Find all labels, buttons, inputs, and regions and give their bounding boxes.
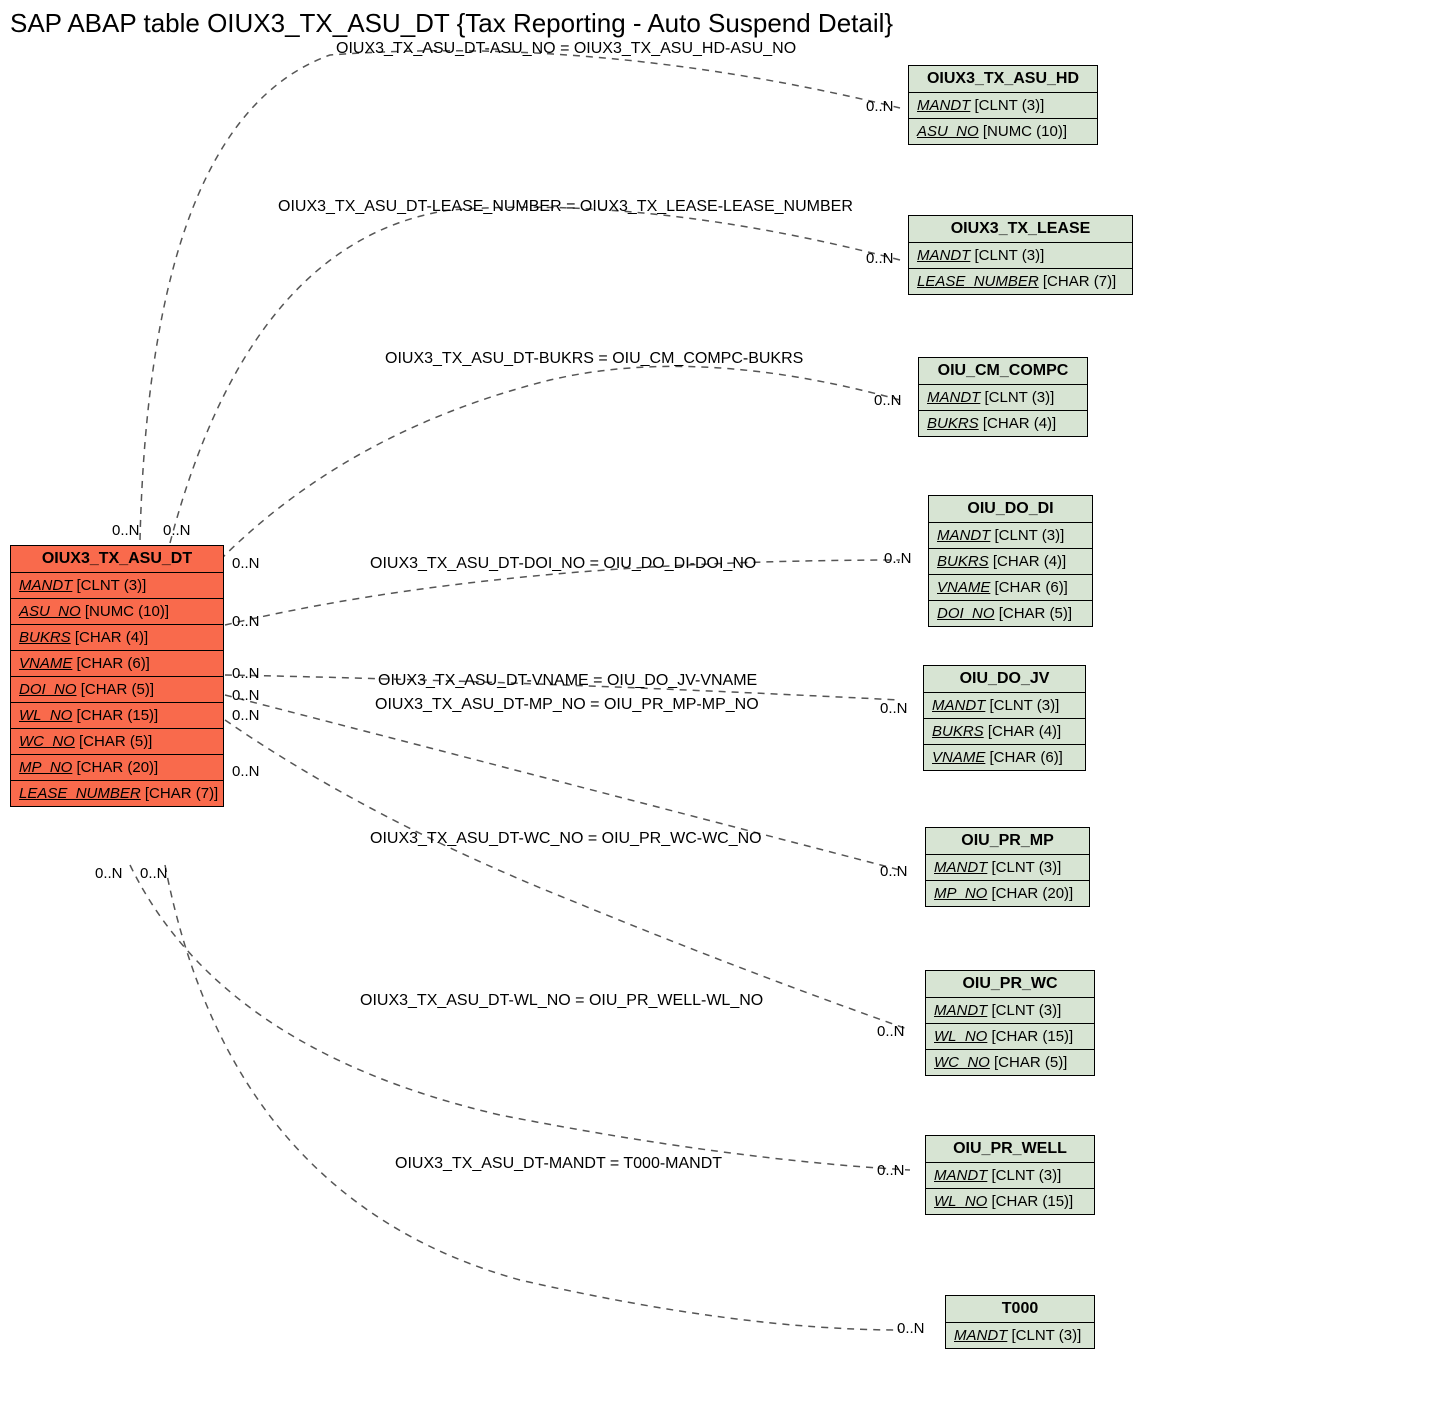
field-row: MANDT [CLNT (3)]	[909, 243, 1132, 269]
field-row: LEASE_NUMBER [CHAR (7)]	[909, 269, 1132, 294]
diagram-stage: SAP ABAP table OIUX3_TX_ASU_DT {Tax Repo…	[0, 0, 1433, 1417]
cardinality: 0..N	[884, 550, 912, 567]
cardinality: 0..N	[140, 865, 168, 882]
cardinality: 0..N	[163, 522, 191, 539]
entity-header: OIU_DO_DI	[929, 496, 1092, 523]
entity-cm-compc: OIU_CM_COMPC MANDT [CLNT (3)] BUKRS [CHA…	[918, 357, 1088, 437]
field-row: MANDT [CLNT (3)]	[11, 573, 223, 599]
rel-label: OIUX3_TX_ASU_DT-ASU_NO = OIUX3_TX_ASU_HD…	[336, 40, 796, 58]
field-row: LEASE_NUMBER [CHAR (7)]	[11, 781, 223, 806]
field-row: MANDT [CLNT (3)]	[926, 1163, 1094, 1189]
entity-header: OIU_PR_MP	[926, 828, 1089, 855]
cardinality: 0..N	[95, 865, 123, 882]
field-row: DOI_NO [CHAR (5)]	[11, 677, 223, 703]
field-row: MANDT [CLNT (3)]	[926, 998, 1094, 1024]
rel-label: OIUX3_TX_ASU_DT-MANDT = T000-MANDT	[395, 1155, 722, 1173]
cardinality: 0..N	[866, 250, 894, 267]
rel-label: OIUX3_TX_ASU_DT-VNAME = OIU_DO_JV-VNAME	[378, 672, 757, 690]
field-row: BUKRS [CHAR (4)]	[924, 719, 1085, 745]
cardinality: 0..N	[877, 1162, 905, 1179]
cardinality: 0..N	[232, 707, 260, 724]
cardinality: 0..N	[874, 392, 902, 409]
rel-label: OIUX3_TX_ASU_DT-LEASE_NUMBER = OIUX3_TX_…	[278, 198, 853, 216]
rel-label: OIUX3_TX_ASU_DT-DOI_NO = OIU_DO_DI-DOI_N…	[370, 555, 756, 573]
cardinality: 0..N	[232, 763, 260, 780]
entity-tx-lease: OIUX3_TX_LEASE MANDT [CLNT (3)] LEASE_NU…	[908, 215, 1133, 295]
entity-header: OIU_PR_WELL	[926, 1136, 1094, 1163]
cardinality: 0..N	[232, 555, 260, 572]
field-row: WC_NO [CHAR (5)]	[11, 729, 223, 755]
field-row: MANDT [CLNT (3)]	[909, 93, 1097, 119]
rel-label: OIUX3_TX_ASU_DT-BUKRS = OIU_CM_COMPC-BUK…	[385, 350, 803, 368]
entity-header: OIUX3_TX_LEASE	[909, 216, 1132, 243]
cardinality: 0..N	[232, 665, 260, 682]
field-row: DOI_NO [CHAR (5)]	[929, 601, 1092, 626]
field-row: BUKRS [CHAR (4)]	[11, 625, 223, 651]
field-row: VNAME [CHAR (6)]	[11, 651, 223, 677]
entity-header: OIU_CM_COMPC	[919, 358, 1087, 385]
entity-pr-well: OIU_PR_WELL MANDT [CLNT (3)] WL_NO [CHAR…	[925, 1135, 1095, 1215]
page-title: SAP ABAP table OIUX3_TX_ASU_DT {Tax Repo…	[10, 8, 893, 39]
rel-label: OIUX3_TX_ASU_DT-WL_NO = OIU_PR_WELL-WL_N…	[360, 992, 763, 1010]
field-row: MANDT [CLNT (3)]	[926, 855, 1089, 881]
entity-pr-wc: OIU_PR_WC MANDT [CLNT (3)] WL_NO [CHAR (…	[925, 970, 1095, 1076]
entity-asu-hd: OIUX3_TX_ASU_HD MANDT [CLNT (3)] ASU_NO …	[908, 65, 1098, 145]
field-row: WC_NO [CHAR (5)]	[926, 1050, 1094, 1075]
cardinality: 0..N	[897, 1320, 925, 1337]
field-row: MANDT [CLNT (3)]	[924, 693, 1085, 719]
field-row: WL_NO [CHAR (15)]	[926, 1024, 1094, 1050]
entity-do-di: OIU_DO_DI MANDT [CLNT (3)] BUKRS [CHAR (…	[928, 495, 1093, 627]
entity-pr-mp: OIU_PR_MP MANDT [CLNT (3)] MP_NO [CHAR (…	[925, 827, 1090, 907]
field-row: WL_NO [CHAR (15)]	[11, 703, 223, 729]
entity-header: T000	[946, 1296, 1094, 1323]
entity-header: OIUX3_TX_ASU_HD	[909, 66, 1097, 93]
entity-main: OIUX3_TX_ASU_DT MANDT [CLNT (3)] ASU_NO …	[10, 545, 224, 807]
field-row: MP_NO [CHAR (20)]	[11, 755, 223, 781]
field-row: BUKRS [CHAR (4)]	[919, 411, 1087, 436]
rel-label: OIUX3_TX_ASU_DT-MP_NO = OIU_PR_MP-MP_NO	[375, 696, 759, 714]
field-row: MP_NO [CHAR (20)]	[926, 881, 1089, 906]
field-row: ASU_NO [NUMC (10)]	[909, 119, 1097, 144]
cardinality: 0..N	[232, 613, 260, 630]
field-row: VNAME [CHAR (6)]	[929, 575, 1092, 601]
field-row: BUKRS [CHAR (4)]	[929, 549, 1092, 575]
field-row: MANDT [CLNT (3)]	[919, 385, 1087, 411]
cardinality: 0..N	[877, 1023, 905, 1040]
entity-header: OIU_DO_JV	[924, 666, 1085, 693]
cardinality: 0..N	[866, 98, 894, 115]
entity-main-header: OIUX3_TX_ASU_DT	[11, 546, 223, 573]
field-row: MANDT [CLNT (3)]	[946, 1323, 1094, 1348]
entity-do-jv: OIU_DO_JV MANDT [CLNT (3)] BUKRS [CHAR (…	[923, 665, 1086, 771]
entity-t000: T000 MANDT [CLNT (3)]	[945, 1295, 1095, 1349]
field-row: ASU_NO [NUMC (10)]	[11, 599, 223, 625]
cardinality: 0..N	[112, 522, 140, 539]
rel-label: OIUX3_TX_ASU_DT-WC_NO = OIU_PR_WC-WC_NO	[370, 830, 762, 848]
cardinality: 0..N	[232, 687, 260, 704]
field-row: VNAME [CHAR (6)]	[924, 745, 1085, 770]
entity-header: OIU_PR_WC	[926, 971, 1094, 998]
cardinality: 0..N	[880, 700, 908, 717]
field-row: WL_NO [CHAR (15)]	[926, 1189, 1094, 1214]
cardinality: 0..N	[880, 863, 908, 880]
field-row: MANDT [CLNT (3)]	[929, 523, 1092, 549]
